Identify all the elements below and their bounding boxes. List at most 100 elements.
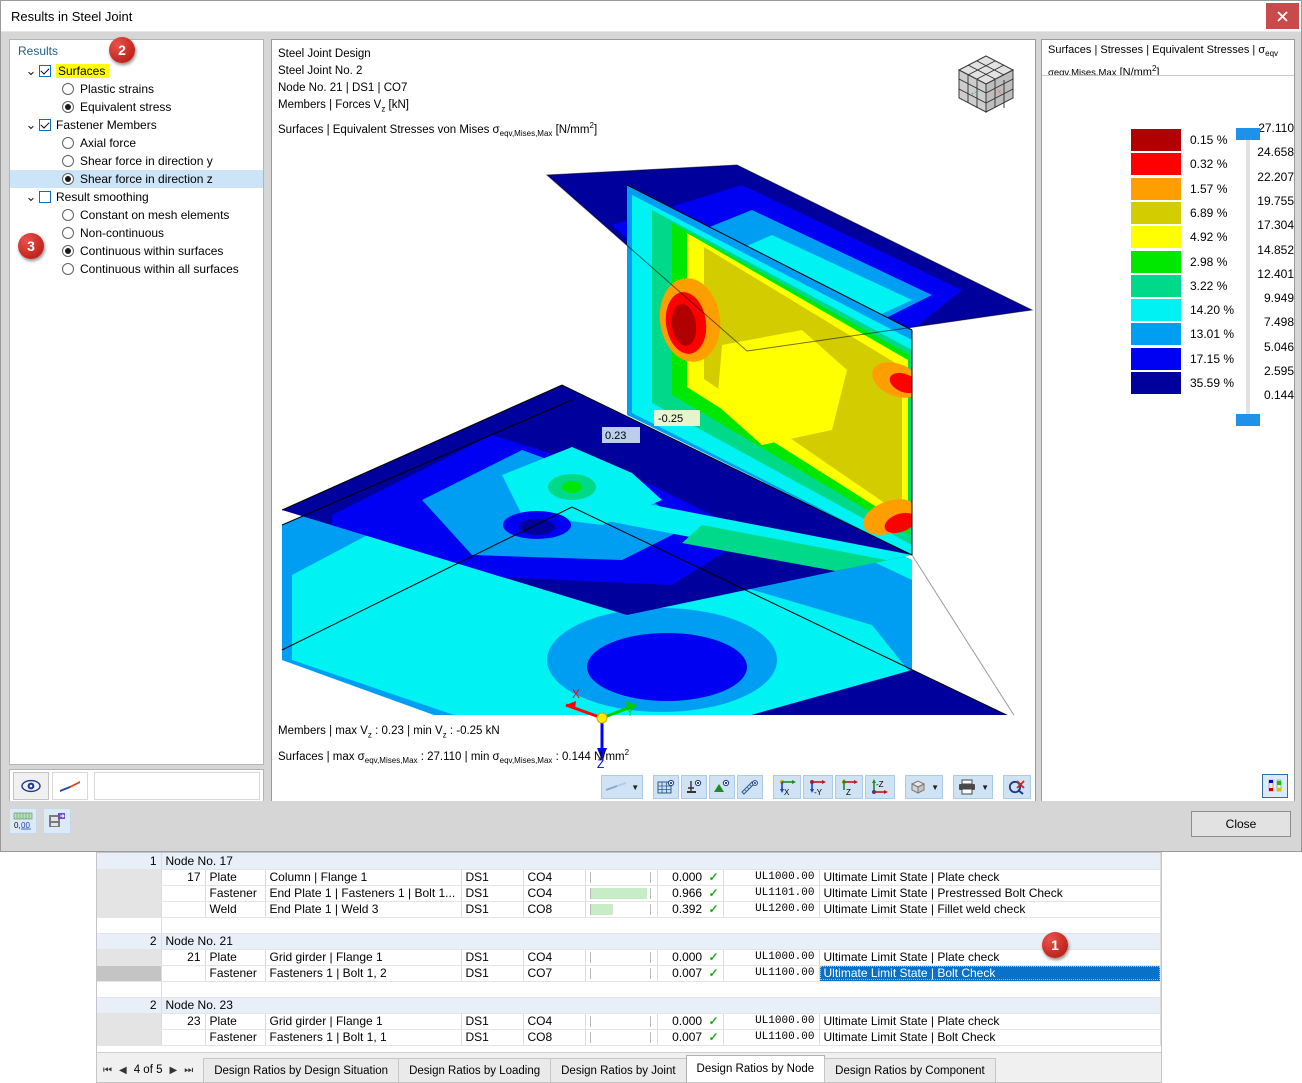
svg-text:X: X bbox=[784, 788, 790, 796]
chevron-down-icon[interactable]: ▼ bbox=[981, 783, 989, 792]
legend-color-swatch[interactable] bbox=[1130, 200, 1182, 225]
chevron-down-icon[interactable]: ⌄ bbox=[24, 190, 38, 204]
scroll-handle-top[interactable] bbox=[1236, 128, 1260, 140]
tree-filter-input[interactable] bbox=[94, 772, 260, 800]
view-z-icon[interactable]: Z bbox=[835, 775, 864, 799]
legend-color-swatch[interactable] bbox=[1130, 346, 1182, 371]
measure-icon[interactable] bbox=[737, 775, 764, 799]
legend-color-swatch[interactable] bbox=[1130, 273, 1182, 298]
radio-button[interactable] bbox=[62, 263, 74, 275]
view-minus-y-icon[interactable]: -Y bbox=[803, 775, 834, 799]
decimal-places-icon[interactable]: 0, 00 bbox=[9, 808, 37, 834]
chevron-down-icon[interactable]: ▼ bbox=[631, 783, 639, 792]
tree-item-surfaces[interactable]: ⌄ Surfaces bbox=[10, 62, 263, 80]
svg-text:-Y: -Y bbox=[814, 788, 823, 796]
cell-check-description[interactable]: Ultimate Limit State | Plate check bbox=[819, 869, 1161, 886]
radio-button[interactable] bbox=[62, 101, 74, 113]
print-icon[interactable]: ▼ bbox=[953, 775, 993, 799]
tree-item-equivalent-stress[interactable]: Equivalent stress bbox=[10, 98, 263, 116]
radio-button[interactable] bbox=[62, 209, 74, 221]
legend-color-swatch[interactable] bbox=[1130, 176, 1182, 201]
close-icon[interactable] bbox=[1266, 3, 1299, 29]
table-row[interactable]: Fastener Fasteners 1 | Bolt 1, 2 DS1 CO7 0.0… bbox=[97, 965, 1161, 982]
table-group-row[interactable]: 1 Node No. 17 bbox=[97, 853, 1161, 870]
legend-color-swatch[interactable] bbox=[1130, 152, 1182, 177]
chevron-down-icon[interactable]: ⌄ bbox=[24, 118, 38, 132]
pager-next-icon[interactable]: ▶ bbox=[169, 1065, 177, 1076]
cell-check-code: UL1100.00 bbox=[723, 965, 820, 982]
table-group-row[interactable]: 2 Node No. 21 bbox=[97, 933, 1161, 950]
export-table-icon[interactable] bbox=[43, 808, 71, 834]
eye-icon[interactable] bbox=[13, 772, 49, 800]
table-row[interactable]: 23 Plate Grid girder | Flange 1 DS1 CO4 0.000… bbox=[97, 1013, 1161, 1030]
cell-check-description[interactable]: Ultimate Limit State | Plate check bbox=[819, 949, 1161, 966]
tab-design-ratios-by-joint[interactable]: Design Ratios by Joint bbox=[550, 1058, 687, 1082]
tree-item-axial-force[interactable]: Axial force bbox=[10, 134, 263, 152]
chevron-down-icon[interactable]: ▼ bbox=[931, 783, 939, 792]
cell-check-description[interactable]: Ultimate Limit State | Fillet weld check bbox=[819, 901, 1161, 918]
mesh-icon[interactable] bbox=[653, 775, 680, 799]
cell-check-description[interactable]: Ultimate Limit State | Bolt Check bbox=[819, 1029, 1161, 1046]
tree-item-continuous-within-surfaces[interactable]: Continuous within surfaces bbox=[10, 242, 263, 260]
view-minus-z-icon[interactable]: -Z bbox=[865, 775, 896, 799]
table-row[interactable]: 17 Plate Column | Flange 1 DS1 CO4 0.000 ✓ UL1… bbox=[97, 869, 1161, 886]
table-row[interactable]: Fastener Fasteners 1 | Bolt 1, 1 DS1 CO8 0.0… bbox=[97, 1029, 1161, 1046]
cell-check-description[interactable]: Ultimate Limit State | Bolt Check bbox=[819, 965, 1161, 982]
tab-design-ratios-by-node[interactable]: Design Ratios by Node bbox=[685, 1055, 826, 1082]
legend-color-swatch[interactable] bbox=[1130, 249, 1182, 274]
radio-button[interactable] bbox=[62, 245, 74, 257]
deformation-icon[interactable]: ▼ bbox=[601, 775, 644, 799]
scroll-handle-bottom[interactable] bbox=[1236, 414, 1260, 426]
chevron-down-icon[interactable]: ⌄ bbox=[24, 64, 38, 78]
tree-item-non-continuous[interactable]: Non-continuous bbox=[10, 224, 263, 242]
pager-last-icon[interactable]: ⏭ bbox=[184, 1065, 193, 1076]
callout-badge-3: 3 bbox=[18, 233, 44, 259]
tree-item-plastic-strains[interactable]: Plastic strains bbox=[10, 80, 263, 98]
render-icon[interactable] bbox=[709, 775, 736, 799]
tab-design-ratios-by-design-situation[interactable]: Design Ratios by Design Situation bbox=[203, 1058, 400, 1082]
cell-component-type: Plate bbox=[205, 869, 266, 886]
table-row[interactable]: Fastener End Plate 1 | Fasteners 1 | Bolt… bbox=[97, 885, 1161, 902]
legend-color-swatch[interactable] bbox=[1130, 322, 1182, 347]
cell-check-description[interactable]: Ultimate Limit State | Plate check bbox=[819, 1013, 1161, 1030]
row-number bbox=[97, 965, 162, 982]
checkbox[interactable] bbox=[39, 65, 51, 77]
model-viewport[interactable]: Steel Joint Design Steel Joint No. 2 Nod… bbox=[271, 39, 1036, 803]
cell-check-description[interactable]: Ultimate Limit State | Prestressed Bolt … bbox=[819, 885, 1161, 902]
legend-settings-icon[interactable] bbox=[1262, 774, 1288, 798]
table-row[interactable]: Weld End Plate 1 | Weld 3 DS1 CO8 0.392 ✓ UL1… bbox=[97, 901, 1161, 918]
tree-item-continuous-within-all-surfaces[interactable]: Continuous within all surfaces bbox=[10, 260, 263, 278]
legend-slider-track[interactable] bbox=[1246, 134, 1250, 424]
radio-button[interactable] bbox=[62, 173, 74, 185]
legend-color-swatch[interactable] bbox=[1130, 225, 1182, 250]
tab-design-ratios-by-component[interactable]: Design Ratios by Component bbox=[824, 1058, 996, 1082]
tree-item-shear-force-in-direction-y[interactable]: Shear force in direction y bbox=[10, 152, 263, 170]
cell-design-ratio: 0.000 ✓ bbox=[657, 949, 724, 966]
checkbox[interactable] bbox=[39, 191, 51, 203]
tree-item-constant-on-mesh-elements[interactable]: Constant on mesh elements bbox=[10, 206, 263, 224]
tree-item-fastener-members[interactable]: ⌄ Fastener Members bbox=[10, 116, 263, 134]
close-button[interactable]: Close bbox=[1191, 811, 1291, 837]
view-cube[interactable]: +Y +X bbox=[949, 48, 1023, 122]
legend-color-swatch[interactable] bbox=[1130, 371, 1182, 395]
view-x-icon[interactable]: X bbox=[773, 775, 802, 799]
tree-item-result-smoothing[interactable]: ⌄ Result smoothing bbox=[10, 188, 263, 206]
legend-color-swatch[interactable] bbox=[1130, 298, 1182, 323]
table-row[interactable]: 21 Plate Grid girder | Flange 1 DS1 CO4 0.000… bbox=[97, 949, 1161, 966]
radio-button[interactable] bbox=[62, 155, 74, 167]
legend-color-swatch[interactable] bbox=[1130, 128, 1182, 152]
checkbox[interactable] bbox=[39, 119, 51, 131]
section-view-icon[interactable] bbox=[681, 775, 708, 799]
pager-prev-icon[interactable]: ◀ bbox=[119, 1065, 127, 1076]
tree-item-shear-force-in-direction-z[interactable]: Shear force in direction z bbox=[10, 170, 263, 188]
clear-selection-icon[interactable] bbox=[1003, 775, 1031, 799]
diagram-icon[interactable] bbox=[52, 772, 88, 800]
radio-button[interactable] bbox=[62, 227, 74, 239]
table-group-row[interactable]: 2 Node No. 23 bbox=[97, 997, 1161, 1014]
radio-button[interactable] bbox=[62, 137, 74, 149]
pager-first-icon[interactable]: ⏮ bbox=[103, 1065, 112, 1076]
radio-button[interactable] bbox=[62, 83, 74, 95]
isometric-icon[interactable]: ▼ bbox=[905, 775, 944, 799]
tree-item-label: Fastener Members bbox=[56, 118, 157, 132]
tab-design-ratios-by-loading[interactable]: Design Ratios by Loading bbox=[398, 1058, 552, 1082]
